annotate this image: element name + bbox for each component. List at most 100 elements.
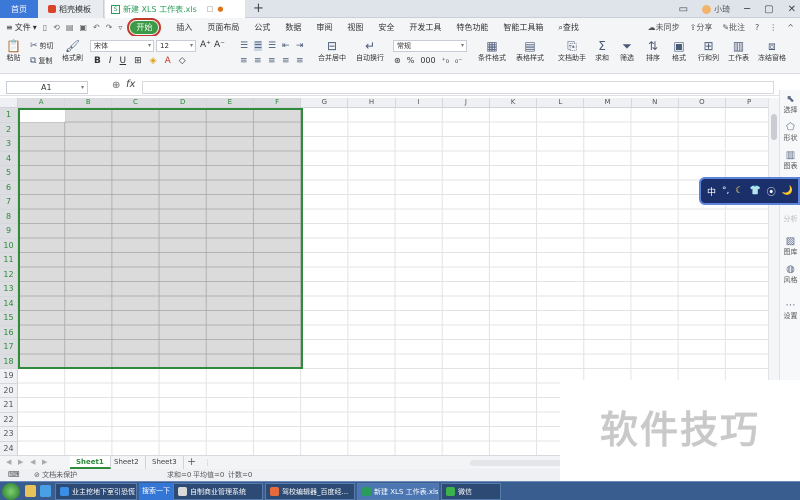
prev-sheet-icon[interactable]: ▶ [18, 458, 23, 466]
column-header[interactable]: B [65, 98, 113, 108]
underline-button[interactable]: U [120, 56, 127, 66]
refresh-icon[interactable]: ⟲ [53, 23, 60, 32]
add-sheet-button[interactable]: + [187, 455, 196, 468]
row-header[interactable]: 22 [0, 412, 18, 427]
sheet-tab-sheet3[interactable]: Sheet3 [146, 456, 184, 469]
side-settings[interactable]: ⋯ 设置 [780, 300, 800, 321]
freeze-panes-button[interactable]: ⧈ 冻结窗格 [758, 39, 786, 63]
menu-smart-toolbox[interactable]: 智能工具箱 [503, 22, 543, 33]
tab-unsaved-dot-icon[interactable]: ● [217, 5, 223, 13]
sheet-tab-sheet2[interactable]: Sheet2 [108, 456, 146, 469]
side-gallery[interactable]: ▨ 图库 [780, 236, 800, 257]
column-header[interactable]: K [490, 98, 538, 108]
menu-developer[interactable]: 开发工具 [409, 22, 441, 33]
folder-icon[interactable] [25, 485, 36, 497]
active-cell[interactable] [20, 110, 65, 122]
row-header[interactable]: 8 [0, 209, 18, 224]
column-header[interactable]: C [112, 98, 160, 108]
row-col-button[interactable]: ⊞ 行和列 [698, 39, 719, 63]
search-command[interactable]: ⌕查找 [558, 22, 578, 33]
column-header[interactable]: D [159, 98, 207, 108]
taskbar-search-button[interactable]: 搜索一下 [139, 483, 173, 500]
column-header[interactable]: A [18, 98, 66, 108]
tab-workbook[interactable]: S 新建 XLS 工作表.xls □ ● [105, 0, 245, 18]
row-header[interactable]: 6 [0, 180, 18, 195]
row-header[interactable]: 12 [0, 267, 18, 282]
sum-button[interactable]: Σ 求和 [595, 39, 609, 63]
column-header[interactable]: O [678, 98, 726, 108]
clear-format-icon[interactable]: ◇ [179, 56, 186, 66]
format-painter-button[interactable]: 🖌 格式刷 [62, 39, 83, 63]
row-header[interactable]: 7 [0, 195, 18, 210]
border-icon[interactable]: ⊞ [134, 56, 142, 66]
sheet-tab-sheet1[interactable]: Sheet1 [70, 456, 111, 469]
font-name-select[interactable]: 宋体 ▾ [90, 40, 154, 52]
protection-status[interactable]: ⊘ 文档未保护 [34, 470, 77, 480]
conditional-format-button[interactable]: ▦ 条件格式 [478, 39, 506, 63]
last-sheet-icon[interactable]: ▶ [42, 458, 47, 466]
indent-increase-icon[interactable]: ⇥ [296, 41, 304, 51]
filter-button[interactable]: ⏷ 筛选 [620, 39, 634, 63]
table-style-button[interactable]: ▤ 表格样式 [516, 39, 544, 63]
ime-punctuation-icon[interactable]: °, [722, 186, 729, 196]
format-button[interactable]: ▣ 格式 [672, 39, 686, 63]
ime-language[interactable]: 中 [707, 185, 716, 198]
menu-page-layout[interactable]: 页面布局 [207, 22, 239, 33]
ime-skin-icon[interactable]: 👕 [749, 186, 760, 196]
print-preview-icon[interactable]: ▣ [79, 23, 87, 32]
menu-review[interactable]: 审阅 [316, 22, 332, 33]
align-left-icon[interactable]: ≡ [240, 56, 248, 66]
name-box[interactable]: A1 ▾ [6, 81, 88, 94]
column-header[interactable]: J [442, 98, 490, 108]
status-icon[interactable]: ⌨ [8, 470, 20, 479]
row-header[interactable]: 23 [0, 427, 18, 442]
percent-button[interactable]: % [407, 56, 415, 65]
menu-home[interactable]: 开始 [127, 17, 162, 37]
row-header[interactable]: 21 [0, 398, 18, 413]
start-button[interactable] [2, 483, 20, 500]
undo-icon[interactable]: ↶ [93, 23, 100, 32]
align-bottom-icon[interactable]: ☰ [268, 41, 276, 51]
align-top-icon[interactable]: ☰ [240, 41, 248, 51]
row-header[interactable]: 14 [0, 296, 18, 311]
collapse-ribbon-icon[interactable]: ^ [787, 23, 794, 32]
customize-icon[interactable]: ▿ [118, 23, 122, 32]
currency-icon[interactable]: ⊛ [394, 56, 401, 65]
row-header[interactable]: 2 [0, 122, 18, 137]
column-header[interactable]: G [301, 98, 349, 108]
row-header[interactable]: 4 [0, 151, 18, 166]
bold-button[interactable]: B [94, 56, 101, 66]
justify-icon[interactable]: ≡ [282, 56, 290, 66]
side-style[interactable]: ◍ 风格 [780, 264, 800, 285]
sync-status[interactable]: ☁未同步 [648, 22, 680, 33]
scrollbar-thumb[interactable] [771, 114, 777, 140]
row-header[interactable]: 24 [0, 441, 18, 455]
align-right-icon[interactable]: ≡ [268, 56, 276, 66]
increase-decimal-icon[interactable]: ⁺₀ [442, 56, 449, 65]
column-header[interactable]: P [726, 98, 768, 108]
comment-button[interactable]: ✎批注 [722, 22, 745, 33]
thousands-button[interactable]: 000 [420, 56, 435, 65]
column-header[interactable]: N [631, 98, 679, 108]
help-icon[interactable]: ? [755, 23, 759, 32]
copy-button[interactable]: ⧉ 复制 [30, 56, 52, 66]
indent-decrease-icon[interactable]: ⇤ [282, 41, 290, 51]
new-tab-button[interactable]: + [253, 1, 264, 16]
menu-data[interactable]: 数据 [285, 22, 301, 33]
zoom-icon[interactable]: ⊕ [112, 80, 120, 91]
sort-button[interactable]: ⇅ 排序 [646, 39, 660, 63]
column-header[interactable]: F [254, 98, 302, 108]
number-format-select[interactable]: 常规 ▾ [393, 40, 467, 52]
row-header[interactable]: 20 [0, 383, 18, 398]
save-icon[interactable]: ▯ [43, 23, 47, 32]
row-header[interactable]: 18 [0, 354, 18, 369]
redo-icon[interactable]: ↷ [106, 23, 113, 32]
minimize-button[interactable]: ─ [744, 4, 750, 15]
column-header[interactable]: H [348, 98, 396, 108]
menu-formulas[interactable]: 公式 [254, 22, 270, 33]
fill-color-icon[interactable]: ◈ [150, 56, 157, 66]
column-header[interactable]: E [206, 98, 254, 108]
menu-view[interactable]: 视图 [347, 22, 363, 33]
grow-font-button[interactable]: A⁺ [200, 40, 211, 50]
row-header[interactable]: 16 [0, 325, 18, 340]
